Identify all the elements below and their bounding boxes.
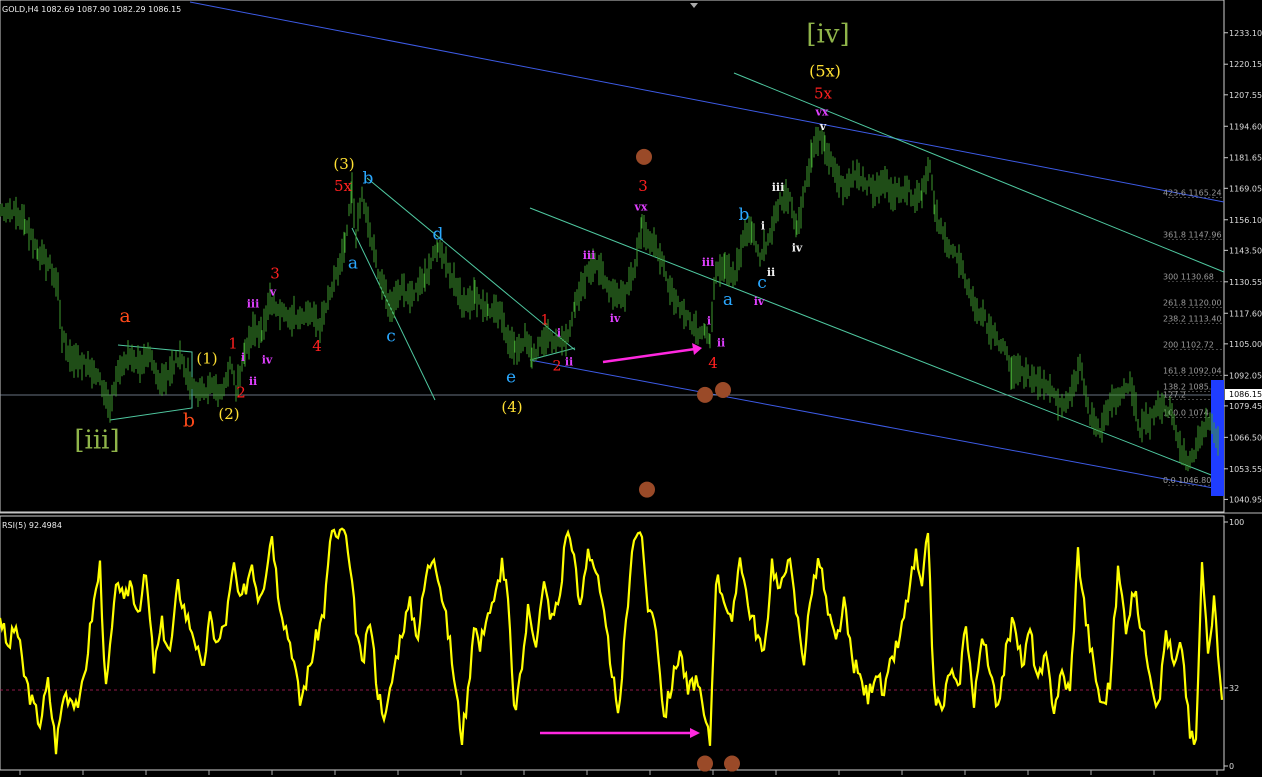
price-tick-label: 1130.55 [1229, 278, 1262, 287]
wave-label: iii [247, 297, 260, 310]
wave-label: c [386, 326, 396, 346]
wave-label: a [723, 290, 733, 310]
price-tick-label: 1105.00 [1229, 340, 1262, 349]
fib-level-label: 200 1102.72 [1163, 340, 1214, 349]
price-tick-label: 1092.05 [1229, 371, 1262, 380]
price-tick-label: 1040.95 [1229, 495, 1262, 504]
wave-label: iv [792, 242, 803, 255]
fib-level-label: 261.8 1120.00 [1163, 298, 1222, 307]
price-tick-label: 1156.10 [1229, 216, 1262, 225]
wave-label: b [363, 169, 374, 189]
wave-label: b [739, 205, 750, 225]
rsi-tick-label: 32 [1229, 684, 1239, 693]
wave-label: (2) [218, 405, 239, 423]
wave-label: 1 [541, 312, 550, 328]
rsi-cycle-marker-dot [697, 755, 713, 772]
wave-label: iii [772, 181, 785, 194]
wave-label: [iii] [74, 425, 119, 455]
wave-label: ii [249, 375, 257, 388]
wave-label: iii [702, 256, 715, 269]
fib-level-label: 361.8 1147.96 [1163, 231, 1222, 240]
wave-label: iii [583, 249, 596, 262]
fib-level-label: 0.0 1046.80 [1163, 476, 1211, 485]
wave-label: v [819, 120, 827, 133]
cycle-marker-dot [697, 386, 713, 403]
cycle-marker-dot [639, 481, 655, 498]
wave-label: [iv] [806, 20, 849, 50]
rsi-tick-label: 0 [1229, 762, 1234, 771]
wave-label: i [241, 351, 245, 364]
wave-label: vx [815, 106, 829, 119]
price-tick-label: 1117.60 [1229, 309, 1262, 318]
price-tick-label: 1194.60 [1229, 122, 1262, 131]
chart-canvas: GOLD,H4 1082.69 1087.90 1082.29 1086.15 … [0, 0, 1262, 775]
wave-label: (5x) [809, 62, 841, 81]
price-tick-label: 1169.05 [1229, 184, 1262, 193]
symbol-header: GOLD,H4 1082.69 1087.90 1082.29 1086.15 [2, 5, 181, 14]
wave-label: 4 [312, 337, 322, 355]
wave-label: 1 [228, 335, 238, 353]
wave-label: ii [767, 266, 775, 279]
wave-label: i [761, 220, 765, 233]
wave-label: (3) [333, 155, 354, 173]
wave-label: b [183, 409, 195, 431]
price-pane-frame [0, 0, 1225, 513]
wave-label: 2 [553, 359, 562, 375]
wave-label: iv [754, 295, 765, 308]
wave-label: 5x [334, 177, 353, 195]
time-axis[interactable] [19, 770, 1218, 775]
price-tick-label: 1143.50 [1229, 246, 1262, 255]
wave-label: a [348, 254, 358, 274]
rsi-header: RSI(5) 92.4984 [2, 521, 62, 530]
wave-label: c [757, 273, 767, 293]
price-tick-label: 1220.15 [1229, 60, 1262, 69]
wave-label: 5x [814, 85, 833, 103]
cycle-marker-dot [715, 382, 731, 398]
wave-label: d [433, 224, 444, 244]
wave-label: 4 [708, 354, 718, 372]
fib-level-label: 238.2 1113.40 [1163, 314, 1222, 323]
fib-level-label: 127.2 [1163, 391, 1186, 400]
wave-label: ii [565, 356, 573, 369]
fib-level-label: 300 1130.68 [1163, 272, 1214, 281]
price-tick-label: 1053.55 [1229, 465, 1262, 474]
wave-label: (4) [501, 398, 522, 416]
wave-label: vx [634, 200, 648, 213]
price-tick-label: 1066.50 [1229, 433, 1262, 442]
price-axis[interactable]: 1233.10 1220.15 1207.55 1194.60 1181.65 1169.… [1224, 29, 1262, 505]
wave-label: 2 [236, 383, 246, 401]
price-tick-label: 1207.55 [1229, 91, 1262, 100]
wave-label: ii [717, 336, 725, 349]
wave-label: i [557, 327, 561, 340]
rsi-tick-label: 100 [1229, 518, 1244, 527]
fib-level-label: 423.6 1165.24 [1163, 189, 1222, 198]
wave-label: iv [610, 312, 621, 325]
cycle-marker-dot [636, 148, 652, 165]
wave-label: 3 [270, 264, 280, 282]
wave-label: (1) [196, 349, 217, 367]
rsi-cycle-marker-dot [724, 755, 740, 772]
current-price-label: 1086.15 [1229, 390, 1262, 399]
price-tick-label: 1181.65 [1229, 154, 1262, 163]
wave-label: iv [262, 353, 273, 366]
wave-label: 3 [638, 177, 648, 195]
wave-label: i [707, 314, 711, 327]
price-tick-label: 1079.45 [1229, 402, 1262, 411]
price-tick-label: 1233.10 [1229, 29, 1262, 38]
wave-label: v [269, 285, 277, 298]
rsi-axis[interactable]: 100 32 0 [1224, 518, 1244, 771]
fib-level-label: 161.8 1092.04 [1163, 366, 1222, 375]
wave-label: a [119, 305, 130, 327]
wave-label: e [506, 368, 516, 388]
